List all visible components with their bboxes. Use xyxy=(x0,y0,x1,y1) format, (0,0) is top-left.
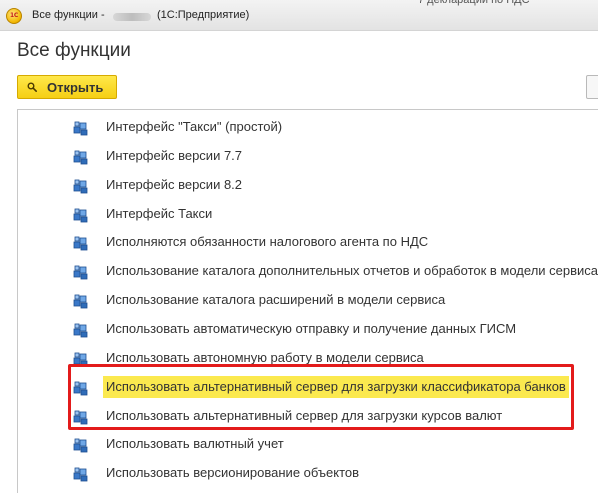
list-item-label: Использовать автоматическую отправку и п… xyxy=(106,320,517,336)
list-item-label: Интерфейс версии 8.2 xyxy=(106,176,243,192)
list-item-label: Использование каталога дополнительных от… xyxy=(106,263,598,279)
window-title-suffix: (1С:Предприятие) xyxy=(157,9,250,21)
list-item-label: Использовать альтернативный сервер для з… xyxy=(103,375,569,398)
title-bar[interactable]: 1С Все функции - (1С:Предприятие) 7 декл… xyxy=(0,0,598,31)
list-item-label: Интерфейс Такси xyxy=(106,205,213,221)
list-item[interactable]: Интерфейс версии 7.7 xyxy=(18,142,598,171)
search-icon xyxy=(27,82,37,92)
list-item-label: Использовать версионирование объектов xyxy=(106,465,360,481)
list-item[interactable]: Использовать автоматическую отправку и п… xyxy=(18,315,598,344)
constant-icon xyxy=(73,409,89,425)
list-item-label: Использовать автономную работу в модели … xyxy=(106,349,424,365)
constant-icon xyxy=(73,235,89,251)
list-item[interactable]: Исполняются обязанности налогового агент… xyxy=(18,228,598,257)
open-button[interactable]: Открыть xyxy=(17,75,117,99)
list-item[interactable]: Использование каталога расширений в моде… xyxy=(18,286,598,315)
list-item[interactable]: Интерфейс "Такси" (простой) xyxy=(18,113,598,142)
list-item-label: Исполняются обязанности налогового агент… xyxy=(106,234,429,250)
list-item[interactable]: Интерфейс версии 8.2 xyxy=(18,171,598,200)
window-title: Все функции - xyxy=(32,9,105,21)
list-item-label: Использовать альтернативный сервер для з… xyxy=(106,407,503,423)
more-actions-button[interactable] xyxy=(586,75,598,99)
constant-icon xyxy=(73,322,89,338)
constant-icon xyxy=(73,120,89,136)
constant-icon xyxy=(73,437,89,453)
functions-list[interactable]: Интерфейс "Такси" (простой) Интерфейс вер… xyxy=(17,109,598,493)
page-title: Все функции xyxy=(17,40,131,61)
list-item[interactable]: Использование каталога дополнительных от… xyxy=(18,257,598,286)
list-item-label: Использование каталога расширений в моде… xyxy=(106,292,446,308)
list-item[interactable]: Использовать автономную работу в модели … xyxy=(18,344,598,373)
list-item[interactable]: Интерфейс Такси xyxy=(18,200,598,229)
constant-icon xyxy=(73,351,89,367)
constant-icon xyxy=(73,466,89,482)
app-window: 1С Все функции - (1С:Предприятие) 7 декл… xyxy=(0,0,598,493)
open-button-label: Открыть xyxy=(47,80,104,95)
constant-icon xyxy=(73,149,89,165)
constant-icon xyxy=(73,380,89,396)
constant-icon xyxy=(73,264,89,280)
list-item[interactable]: Использовать валютный учет xyxy=(18,430,598,459)
list-item-label: Интерфейс версии 7.7 xyxy=(106,147,243,163)
constant-icon xyxy=(73,293,89,309)
list-item[interactable]: Использовать версионирование объектов xyxy=(18,459,598,488)
redacted-infobase-name xyxy=(113,13,151,21)
list-item[interactable]: Использовать альтернативный сервер для з… xyxy=(18,373,598,402)
list-item[interactable]: Использовать альтернативный сервер для з… xyxy=(18,402,598,431)
background-window-tab[interactable]: 7 декларации по НДС xyxy=(418,0,598,8)
list-item-label: Использовать валютный учет xyxy=(106,436,284,452)
app-logo-icon[interactable]: 1С xyxy=(6,8,22,24)
constant-icon xyxy=(73,178,89,194)
constant-icon xyxy=(73,207,89,223)
list-item-label: Интерфейс "Такси" (простой) xyxy=(106,119,283,134)
